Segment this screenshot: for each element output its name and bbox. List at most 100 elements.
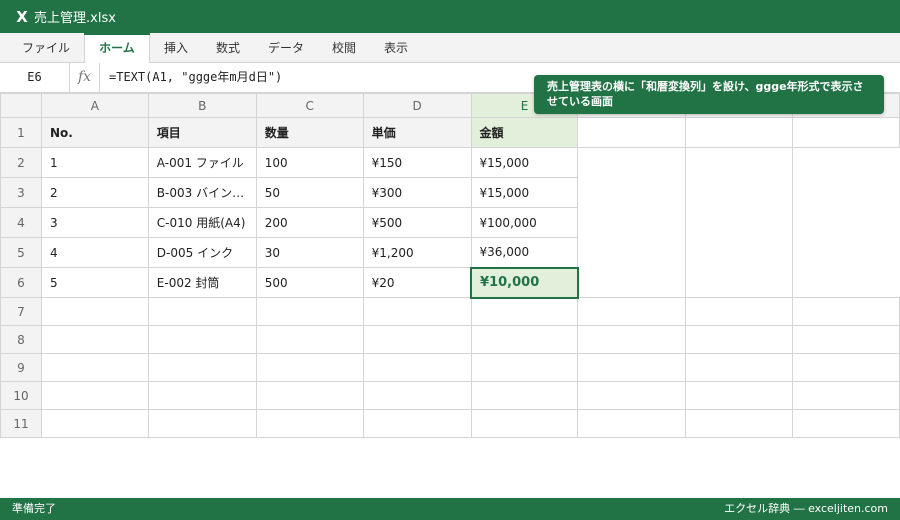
tab-view[interactable]: 表示 bbox=[372, 33, 420, 63]
cell-h2[interactable] bbox=[792, 147, 900, 178]
cell-f7[interactable] bbox=[577, 297, 687, 326]
cell-h7[interactable] bbox=[792, 297, 900, 326]
cell-a9[interactable] bbox=[40, 353, 149, 382]
tab-review[interactable]: 校閲 bbox=[320, 33, 368, 63]
cell-d7[interactable] bbox=[362, 297, 472, 326]
row-header[interactable]: 1 bbox=[0, 117, 42, 148]
cell-g11[interactable] bbox=[685, 409, 794, 438]
cell-h11[interactable] bbox=[792, 409, 900, 438]
cell-d10[interactable] bbox=[362, 381, 472, 410]
tab-formulas[interactable]: 数式 bbox=[204, 33, 252, 63]
cell-d6[interactable]: ¥20 bbox=[362, 267, 472, 298]
cell-g10[interactable] bbox=[685, 381, 794, 410]
cell-d9[interactable] bbox=[362, 353, 472, 382]
cell-b3[interactable]: B-003 バイン… bbox=[147, 177, 257, 208]
cell-h4[interactable] bbox=[792, 207, 900, 238]
cell-g6[interactable] bbox=[685, 267, 793, 298]
cell-e5[interactable]: ¥36,000 bbox=[470, 237, 579, 268]
select-all-corner[interactable] bbox=[0, 93, 42, 118]
column-header[interactable]: C bbox=[255, 93, 364, 118]
cell-b4[interactable]: C-010 用紙(A4) bbox=[147, 207, 257, 238]
cell-c1[interactable]: 数量 bbox=[255, 117, 364, 148]
name-box[interactable]: E6 bbox=[0, 63, 70, 92]
cell-h6[interactable] bbox=[792, 267, 900, 298]
cell-f11[interactable] bbox=[577, 409, 687, 438]
cell-f9[interactable] bbox=[577, 353, 687, 382]
cell-b2[interactable]: A-001 ファイル bbox=[147, 147, 257, 178]
cell-g8[interactable] bbox=[685, 325, 794, 354]
cell-f2[interactable] bbox=[577, 147, 686, 178]
row-header[interactable]: 2 bbox=[0, 147, 42, 178]
cell-a7[interactable] bbox=[40, 297, 149, 326]
cell-d1[interactable]: 単価 bbox=[362, 117, 472, 148]
cell-d2[interactable]: ¥150 bbox=[362, 147, 472, 178]
cell-c10[interactable] bbox=[255, 381, 364, 410]
cell-d4[interactable]: ¥500 bbox=[362, 207, 472, 238]
cell-b1[interactable]: 項目 bbox=[147, 117, 257, 148]
cell-c8[interactable] bbox=[255, 325, 364, 354]
cell-c4[interactable]: 200 bbox=[255, 207, 364, 238]
cell-f4[interactable] bbox=[577, 207, 686, 238]
cell-b6[interactable]: E-002 封筒 bbox=[147, 267, 257, 298]
cell-b11[interactable] bbox=[147, 409, 257, 438]
cell-e4[interactable]: ¥100,000 bbox=[470, 207, 579, 238]
cell-d11[interactable] bbox=[362, 409, 472, 438]
cell-g5[interactable] bbox=[685, 237, 793, 268]
cell-d5[interactable]: ¥1,200 bbox=[362, 237, 472, 268]
row-header[interactable]: 11 bbox=[0, 409, 42, 438]
cell-a1[interactable]: No. bbox=[40, 117, 149, 148]
cell-c9[interactable] bbox=[255, 353, 364, 382]
cell-f1[interactable] bbox=[577, 117, 687, 148]
cell-f10[interactable] bbox=[577, 381, 687, 410]
cell-a6[interactable]: 5 bbox=[40, 267, 149, 298]
tab-home[interactable]: ホーム bbox=[84, 33, 150, 64]
tab-insert[interactable]: 挿入 bbox=[152, 33, 200, 63]
row-header[interactable]: 10 bbox=[0, 381, 42, 410]
cell-d8[interactable] bbox=[362, 325, 472, 354]
cell-e7[interactable] bbox=[470, 297, 579, 326]
cell-g7[interactable] bbox=[685, 297, 794, 326]
cell-e8[interactable] bbox=[470, 325, 579, 354]
cell-b9[interactable] bbox=[147, 353, 257, 382]
cell-b7[interactable] bbox=[147, 297, 257, 326]
cell-f6[interactable] bbox=[577, 267, 686, 298]
cell-g2[interactable] bbox=[685, 147, 793, 178]
formula-input[interactable]: =TEXT(A1, "ggge年m月d日") bbox=[109, 63, 282, 92]
row-header[interactable]: 7 bbox=[0, 297, 42, 326]
cell-a10[interactable] bbox=[40, 381, 149, 410]
cell-e1[interactable]: 金額 bbox=[470, 117, 579, 148]
cell-h3[interactable] bbox=[792, 177, 900, 208]
cell-h9[interactable] bbox=[792, 353, 900, 382]
cell-g9[interactable] bbox=[685, 353, 794, 382]
cell-c11[interactable] bbox=[255, 409, 364, 438]
cell-h8[interactable] bbox=[792, 325, 900, 354]
cell-b5[interactable]: D-005 インク bbox=[147, 237, 257, 268]
cell-b8[interactable] bbox=[147, 325, 257, 354]
cell-f8[interactable] bbox=[577, 325, 687, 354]
cell-e2[interactable]: ¥15,000 bbox=[470, 147, 579, 178]
cell-c5[interactable]: 30 bbox=[255, 237, 364, 268]
cell-h1[interactable] bbox=[792, 117, 900, 148]
cell-a4[interactable]: 3 bbox=[40, 207, 149, 238]
cell-a11[interactable] bbox=[40, 409, 149, 438]
cell-c6[interactable]: 500 bbox=[255, 267, 364, 298]
tab-data[interactable]: データ bbox=[258, 33, 314, 63]
column-header[interactable]: A bbox=[40, 93, 149, 118]
cell-g3[interactable] bbox=[685, 177, 793, 208]
tab-file[interactable]: ファイル bbox=[10, 33, 82, 63]
row-header[interactable]: 6 bbox=[0, 267, 42, 298]
cell-f3[interactable] bbox=[577, 177, 686, 208]
cell-c2[interactable]: 100 bbox=[255, 147, 364, 178]
cell-h5[interactable] bbox=[792, 237, 900, 268]
cell-a8[interactable] bbox=[40, 325, 149, 354]
cell-f5[interactable] bbox=[577, 237, 686, 268]
row-header[interactable]: 3 bbox=[0, 177, 42, 208]
cell-a3[interactable]: 2 bbox=[40, 177, 149, 208]
fx-icon[interactable]: fx bbox=[70, 63, 100, 92]
row-header[interactable]: 9 bbox=[0, 353, 42, 382]
row-header[interactable]: 5 bbox=[0, 237, 42, 268]
cell-e3[interactable]: ¥15,000 bbox=[470, 177, 579, 208]
cell-d3[interactable]: ¥300 bbox=[362, 177, 472, 208]
cell-c3[interactable]: 50 bbox=[255, 177, 364, 208]
cell-a5[interactable]: 4 bbox=[40, 237, 149, 268]
